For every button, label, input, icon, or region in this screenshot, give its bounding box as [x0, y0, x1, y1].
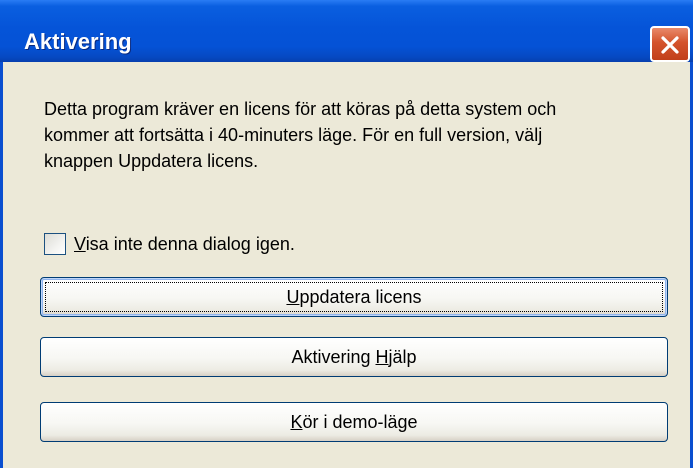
- button-label: ppdatera licens: [299, 287, 422, 307]
- title-bar[interactable]: Aktivering: [0, 0, 693, 62]
- mnemonic: V: [74, 233, 86, 254]
- message-line: kommer att fortsätta i 40-minuters läge.…: [44, 125, 543, 145]
- license-message: Detta program kräver en licens för att k…: [44, 96, 684, 174]
- close-button[interactable]: [650, 26, 690, 62]
- update-license-button[interactable]: Uppdatera licens: [40, 277, 668, 317]
- label-text: isa inte denna dialog igen.: [85, 233, 295, 254]
- activation-help-button[interactable]: Aktivering Hjälp: [40, 337, 668, 377]
- run-demo-mode-button[interactable]: Kör i demo-läge: [40, 402, 668, 442]
- button-label: Aktivering: [291, 347, 376, 367]
- close-icon: [661, 36, 679, 54]
- dont-show-again-checkbox[interactable]: [44, 233, 66, 255]
- dont-show-again-label[interactable]: Visa inte denna dialog igen.: [74, 234, 295, 255]
- button-label: jälp: [388, 347, 417, 367]
- message-line: Detta program kräver en licens för att k…: [44, 99, 557, 119]
- window-frame-left: [0, 62, 3, 468]
- window-title: Aktivering: [24, 29, 132, 54]
- activation-dialog: Aktivering Detta program kräver en licen…: [0, 0, 693, 468]
- mnemonic: K: [290, 412, 303, 432]
- mnemonic: H: [375, 347, 389, 367]
- mnemonic: U: [286, 287, 300, 307]
- button-label: ör i demo-läge: [302, 412, 418, 432]
- message-line: knappen Uppdatera licens.: [44, 151, 259, 171]
- dont-show-again-option[interactable]: Visa inte denna dialog igen.: [44, 230, 295, 258]
